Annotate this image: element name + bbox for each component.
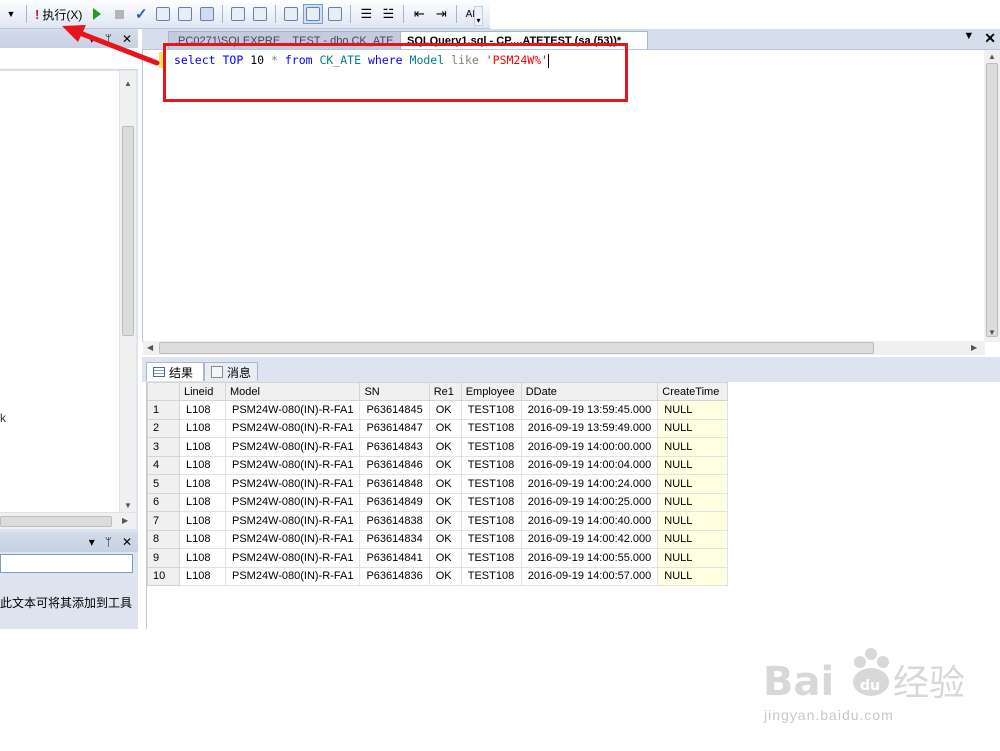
svg-text:du: du — [860, 678, 880, 694]
annotation-arrow — [62, 25, 160, 66]
ssms-window: ▼ ! 执行(X) ✓ ☰ ☱ ⇤ ⇥ AB ▾ ▾ ᛘ ✕ — [0, 0, 1000, 751]
watermark-url: jingyan.baidu.com — [764, 707, 894, 723]
svg-text:Bai: Bai — [763, 659, 834, 705]
svg-text:经验: 经验 — [893, 663, 965, 704]
baidu-jingyan-watermark-logo: Bai du 经验 — [763, 648, 965, 705]
